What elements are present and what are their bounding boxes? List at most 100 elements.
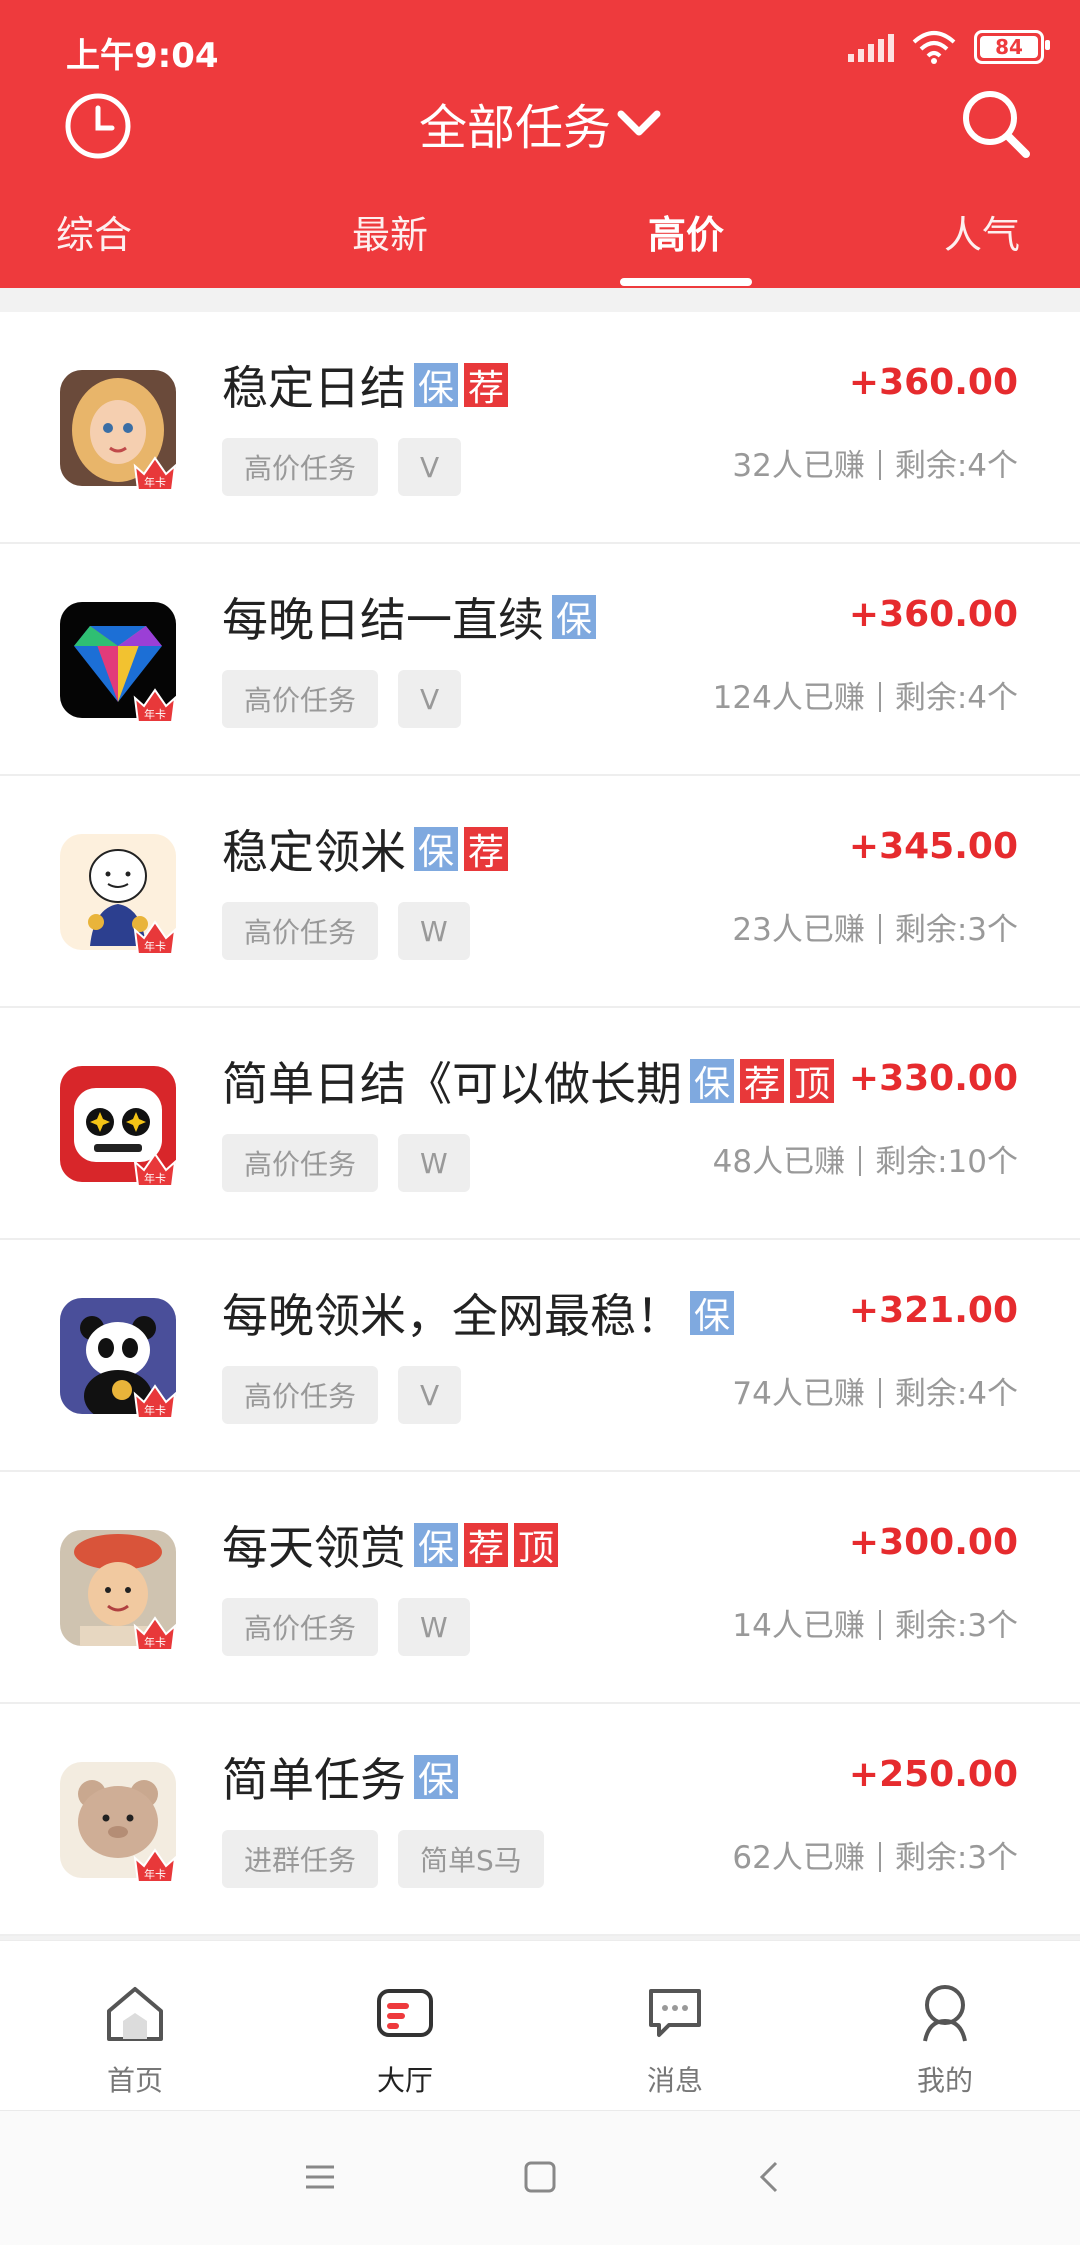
- platform-tag: V: [398, 1366, 462, 1424]
- task-title: 每晚日结一直续 保: [222, 584, 596, 650]
- task-type-tag: 进群任务: [222, 1830, 379, 1888]
- annual-card-badge-icon: 年卡: [133, 920, 177, 955]
- back-icon[interactable]: [750, 2157, 790, 2197]
- task-type-tag: 高价任务: [222, 902, 379, 960]
- nav-label: 我的: [916, 2064, 973, 2097]
- task-title: 每晚领米，全网最稳！ 保: [222, 1280, 734, 1346]
- task-row[interactable]: 年卡 稳定日结 保 荐 高价任务 V +360.00 32人已赚 剩余:4个: [0, 312, 1080, 544]
- divider: [859, 1146, 862, 1176]
- remaining-count: 剩余:3个: [894, 912, 1018, 948]
- platform-tag: W: [398, 1598, 470, 1656]
- svg-text:年卡: 年卡: [144, 1403, 166, 1417]
- task-type-tag: 高价任务: [222, 1134, 379, 1192]
- battery-level: 84: [995, 35, 1023, 59]
- task-row[interactable]: 年卡 每晚日结一直续 保 高价任务 V +360.00 124人已赚 剩余:4个: [0, 544, 1080, 776]
- status-time: 上午9:04: [66, 36, 219, 76]
- task-reward: +360.00: [848, 362, 1018, 403]
- nav-hall[interactable]: 大厅: [335, 1981, 475, 2099]
- task-title-text: 每晚日结一直续: [222, 593, 544, 647]
- top-badge: 顶: [514, 1523, 558, 1569]
- task-row[interactable]: 年卡 稳定领米 保 荐 高价任务 W +345.00 23人已赚 剩余:3个: [0, 776, 1080, 1008]
- task-title-text: 稳定日结: [222, 361, 406, 415]
- svg-text:年卡: 年卡: [144, 475, 166, 489]
- task-type-tag: 高价任务: [222, 670, 379, 728]
- recommend-badge: 荐: [740, 1059, 784, 1105]
- platform-tag: W: [398, 902, 470, 960]
- task-title-text: 稳定领米: [222, 825, 406, 879]
- svg-text:年卡: 年卡: [144, 939, 166, 953]
- task-list: 年卡 稳定日结 保 荐 高价任务 V +360.00 32人已赚 剩余:4个 年卡…: [0, 312, 1080, 1936]
- annual-card-badge-icon: 年卡: [133, 456, 177, 491]
- wifi-icon: [912, 31, 956, 64]
- task-row[interactable]: 年卡 每天领赏 保 荐 顶 高价任务 W +300.00 14人已赚 剩余:3个: [0, 1472, 1080, 1704]
- menu-icon[interactable]: [300, 2157, 340, 2197]
- platform-tag: 简单S马: [398, 1830, 544, 1888]
- divider: [878, 1842, 881, 1872]
- recommend-badge: 荐: [464, 363, 508, 409]
- task-title: 简单日结《可以做长期 保 荐 顶: [222, 1048, 834, 1114]
- nav-messages[interactable]: 消息: [605, 1981, 745, 2099]
- task-stats: 23人已赚 剩余:3个: [732, 904, 1018, 949]
- svg-text:年卡: 年卡: [144, 1635, 166, 1649]
- battery-icon: 84: [974, 30, 1050, 64]
- task-reward: +250.00: [848, 1754, 1018, 1795]
- task-title-text: 简单任务: [222, 1753, 406, 1807]
- task-title: 稳定日结 保 荐: [222, 352, 508, 418]
- earned-count: 14人已赚: [732, 1608, 865, 1644]
- task-type-tag: 高价任务: [222, 1598, 379, 1656]
- divider: [878, 1378, 881, 1408]
- svg-text:年卡: 年卡: [144, 1867, 166, 1881]
- remaining-count: 剩余:3个: [894, 1840, 1018, 1876]
- platform-tag: V: [398, 438, 462, 496]
- nav-profile[interactable]: 我的: [875, 1981, 1015, 2099]
- task-reward: +330.00: [848, 1058, 1018, 1099]
- guarantee-badge: 保: [414, 1523, 458, 1569]
- page-title: 全部任务: [418, 100, 611, 156]
- guarantee-badge: 保: [552, 595, 596, 641]
- earned-count: 74人已赚: [732, 1376, 865, 1412]
- task-title: 简单任务 保: [222, 1744, 458, 1810]
- task-row[interactable]: 年卡 简单日结《可以做长期 保 荐 顶 高价任务 W +330.00 48人已赚…: [0, 1008, 1080, 1240]
- task-filter-dropdown[interactable]: 全部任务: [0, 88, 1080, 158]
- system-navigation-bar: [0, 2110, 1080, 2245]
- message-icon: [649, 1989, 701, 2037]
- nav-home[interactable]: 首页: [65, 1981, 205, 2099]
- divider: [878, 914, 881, 944]
- platform-tag: W: [398, 1134, 470, 1192]
- tab-latest[interactable]: 最新: [352, 204, 428, 259]
- divider: [878, 450, 881, 480]
- chevron-down-icon: [617, 110, 661, 136]
- signal-icon: [848, 32, 894, 62]
- remaining-count: 剩余:10个: [875, 1144, 1018, 1180]
- nav-label: 大厅: [376, 2064, 433, 2097]
- square-icon[interactable]: [520, 2157, 560, 2197]
- profile-icon: [923, 1985, 967, 2042]
- task-stats: 124人已赚 剩余:4个: [713, 672, 1018, 717]
- annual-card-badge-icon: 年卡: [133, 1384, 177, 1419]
- guarantee-badge: 保: [414, 827, 458, 873]
- tab-comprehensive[interactable]: 综合: [56, 204, 132, 259]
- nav-label: 消息: [646, 2064, 703, 2097]
- task-row[interactable]: 年卡 简单任务 保 进群任务 简单S马 +250.00 62人已赚 剩余:3个: [0, 1704, 1080, 1936]
- task-reward: +321.00: [848, 1290, 1018, 1331]
- task-reward: +345.00: [848, 826, 1018, 867]
- task-row[interactable]: 年卡 每晚领米，全网最稳！ 保 高价任务 V +321.00 74人已赚 剩余:4…: [0, 1240, 1080, 1472]
- recommend-badge: 荐: [464, 1523, 508, 1569]
- earned-count: 124人已赚: [712, 680, 865, 716]
- guarantee-badge: 保: [690, 1059, 734, 1105]
- divider: [878, 1610, 881, 1640]
- annual-card-badge-icon: 年卡: [133, 1152, 177, 1187]
- guarantee-badge: 保: [690, 1291, 734, 1337]
- tab-popular[interactable]: 人气: [944, 204, 1020, 259]
- remaining-count: 剩余:3个: [894, 1608, 1018, 1644]
- annual-card-badge-icon: 年卡: [133, 1848, 177, 1883]
- annual-card-badge-icon: 年卡: [133, 1616, 177, 1651]
- task-reward: +300.00: [848, 1522, 1018, 1563]
- search-icon[interactable]: [956, 84, 1036, 164]
- hall-icon: [377, 1989, 433, 2037]
- task-title-text: 每天领赏: [222, 1521, 406, 1575]
- tab-high-price[interactable]: 高价: [648, 204, 724, 259]
- task-stats: 48人已赚 剩余:10个: [713, 1136, 1018, 1181]
- platform-tag: V: [398, 670, 462, 728]
- svg-text:年卡: 年卡: [144, 707, 166, 721]
